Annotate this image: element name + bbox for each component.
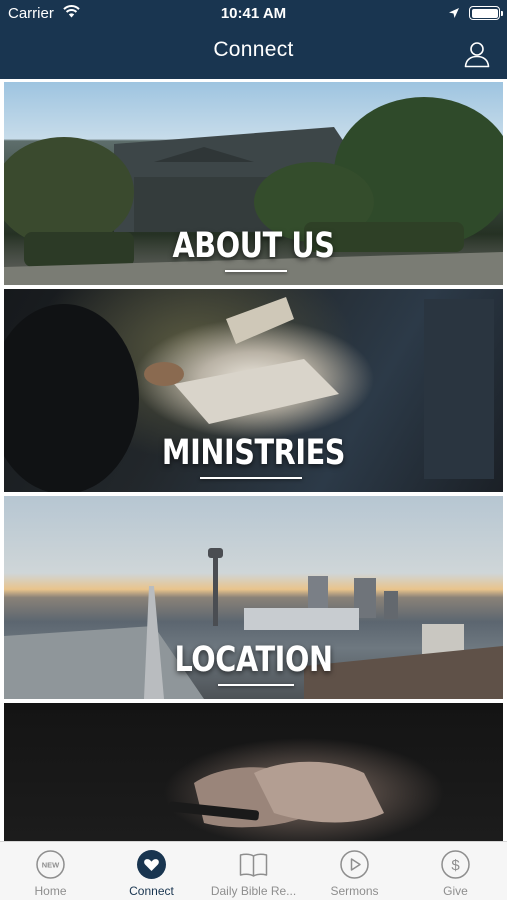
about-us-tile[interactable]: ABOUT US — [4, 82, 503, 285]
tab-home-label: Home — [34, 884, 67, 898]
status-bar: Carrier 10:41 AM — [0, 0, 507, 28]
tab-sermons[interactable]: Sermons — [304, 842, 405, 900]
ministries-tile[interactable]: MINISTRIES — [4, 289, 503, 492]
svg-text:$: $ — [451, 857, 460, 874]
new-badge-icon: NEW — [35, 849, 66, 880]
new-badge-text: NEW — [42, 861, 60, 870]
dollar-circle-icon: $ — [440, 849, 471, 880]
tab-daily-bible-reading-label: Daily Bible Re... — [210, 884, 297, 898]
tab-connect[interactable]: Connect — [101, 842, 202, 900]
top-navigation-bar: Carrier 10:41 AM Connect — [0, 0, 507, 79]
ministries-underline — [200, 477, 302, 479]
page-title: Connect — [213, 38, 294, 61]
about-us-underline — [225, 270, 287, 272]
ministries-label: MINISTRIES — [161, 433, 346, 473]
about-us-label: ABOUT US — [172, 226, 335, 266]
tab-connect-label: Connect — [129, 884, 174, 898]
tab-give-label: Give — [443, 884, 468, 898]
tab-give[interactable]: $ Give — [405, 842, 506, 900]
play-circle-icon — [339, 849, 370, 880]
location-underline — [218, 684, 294, 686]
tab-home[interactable]: NEW Home — [0, 842, 101, 900]
location-label: LOCATION — [174, 640, 333, 680]
status-time: 10:41 AM — [220, 5, 287, 22]
heart-icon — [136, 849, 167, 880]
tab-bar: NEW Home Connect Daily Bible Re... Sermo… — [0, 841, 507, 900]
tab-sermons-label: Sermons — [330, 884, 379, 898]
location-arrow-icon — [448, 6, 460, 24]
open-book-icon — [238, 849, 269, 880]
hands-with-phone-photo — [169, 761, 384, 828]
giving-tile[interactable] — [4, 703, 503, 841]
tab-daily-bible-reading[interactable]: Daily Bible Re... — [203, 842, 304, 900]
battery-icon — [469, 6, 503, 20]
location-tile[interactable]: LOCATION — [4, 496, 503, 699]
profile-icon[interactable] — [463, 40, 491, 73]
